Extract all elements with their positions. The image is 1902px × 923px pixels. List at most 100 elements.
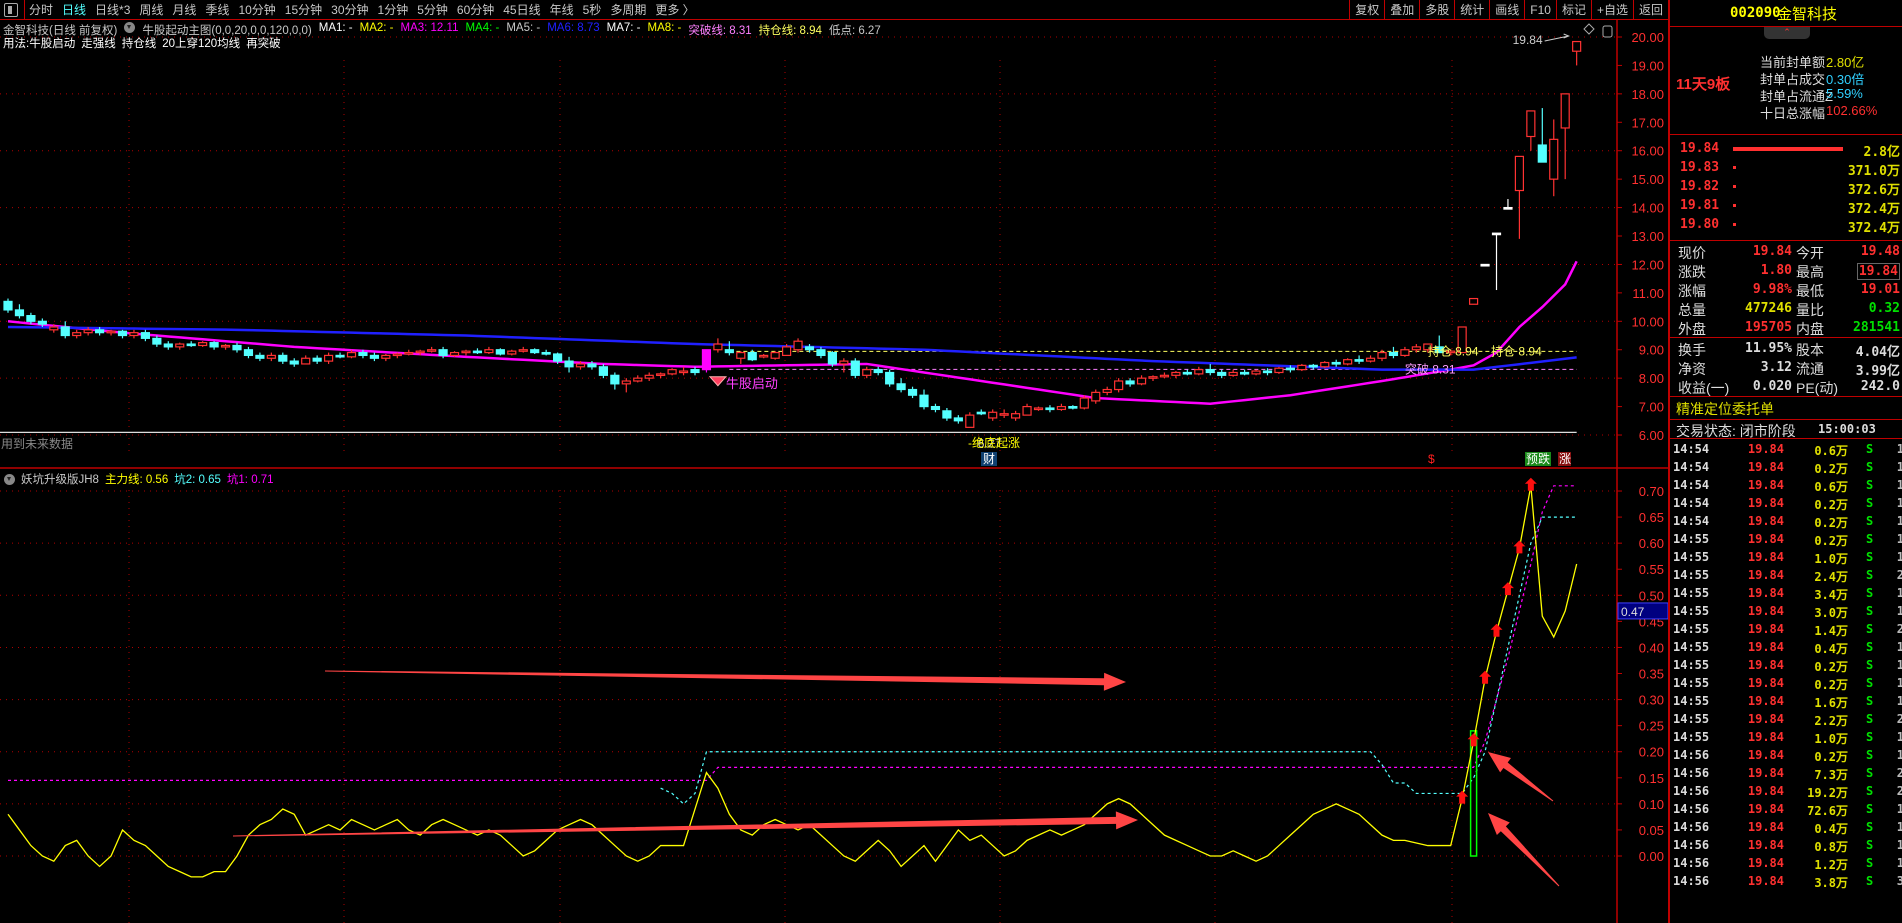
candle-body — [1045, 407, 1055, 411]
candle-body — [129, 332, 139, 337]
tab-period[interactable]: 分时 — [29, 1, 53, 18]
tick-time: 14:55 — [1673, 550, 1710, 564]
tick-price: 19.84 — [1747, 514, 1784, 528]
tab-period[interactable]: 60分钟 — [457, 1, 494, 18]
panel-toggle-icon[interactable] — [4, 2, 18, 17]
toolbar-button[interactable]: 标记 — [1555, 0, 1591, 20]
candle — [1125, 378, 1135, 387]
trade-status: 交易状态: 闭市阶段 — [1676, 423, 1796, 439]
tab-period[interactable]: 15分钟 — [285, 1, 322, 18]
toolbar-button[interactable]: 叠加 — [1384, 0, 1419, 20]
tab-period[interactable]: 45日线 — [503, 1, 540, 18]
tab-period[interactable]: 5分钟 — [417, 1, 448, 18]
tab-period[interactable]: 季线 — [205, 1, 229, 18]
fundamental-label: PE(动) — [1796, 380, 1838, 396]
candle-body — [346, 351, 357, 358]
candle — [14, 304, 25, 319]
tick-time: 14:56 — [1673, 838, 1710, 852]
toolbar-button[interactable]: F10 — [1524, 0, 1556, 20]
tick-time: 14:54 — [1673, 496, 1710, 510]
candle-body — [1091, 391, 1101, 402]
candle-body — [736, 351, 746, 359]
candle-body — [1022, 405, 1032, 416]
up-arrow-icon — [1479, 670, 1492, 684]
quote-label: 总量 — [1678, 302, 1706, 318]
order-title-link[interactable]: 精准定位委托单 — [1676, 399, 1774, 419]
toolbar-button[interactable]: 统计 — [1454, 0, 1489, 20]
tick-count: 1 — [1896, 640, 1902, 654]
candle-body — [1262, 370, 1273, 374]
stat-value: 5.59% — [1826, 86, 1863, 101]
collapse-button[interactable]: ⌃ — [1764, 27, 1810, 39]
quote-value: 19.01 — [1860, 282, 1900, 297]
tab-period[interactable]: 10分钟 — [238, 1, 275, 18]
info-item: MA2: - — [359, 22, 394, 34]
fundamental-value: 0.020 — [1752, 379, 1792, 394]
candle-body — [289, 360, 299, 365]
quote-label: 涨跌 — [1678, 264, 1706, 280]
candle — [713, 338, 723, 353]
candle-body — [667, 369, 677, 375]
tick-row: 14:55 19.84 2.2万 S 2 — [1670, 710, 1902, 728]
price-tick-label: 17.00 — [1631, 115, 1664, 130]
tab-period[interactable]: 周线 — [139, 1, 163, 18]
tick-volume: 0.2万 — [1814, 660, 1848, 674]
candle — [518, 346, 528, 353]
formula-menu-icon[interactable] — [124, 22, 136, 33]
candle-body — [713, 343, 723, 351]
tab-period[interactable]: 更多 〉 — [655, 1, 694, 18]
tick-time: 14:55 — [1673, 586, 1710, 600]
tab-period[interactable]: 年线 — [550, 1, 574, 18]
indicator-tick-label: 0.50 — [1639, 588, 1664, 603]
tab-period[interactable]: 多周期 — [610, 1, 646, 18]
toolbar-button[interactable]: 画线 — [1489, 0, 1524, 20]
tick-price: 19.84 — [1747, 496, 1784, 510]
toolbar-button[interactable]: 返回 — [1632, 0, 1668, 20]
tab-period[interactable]: 日线 — [62, 1, 86, 18]
annotation-arrow — [1488, 752, 1554, 802]
tick-side: S — [1866, 622, 1874, 636]
panel-toggle-icon[interactable] — [1602, 25, 1613, 38]
price-tick-label: 8.00 — [1639, 371, 1664, 386]
toolbar-button[interactable]: 多股 — [1419, 0, 1454, 20]
tick-count: 1 — [1896, 460, 1902, 474]
k2-line — [660, 516, 1577, 805]
tick-side: S — [1866, 748, 1874, 762]
toolbar-button[interactable]: +自选 — [1590, 0, 1633, 20]
candle — [1205, 363, 1215, 376]
tab-period[interactable]: 5秒 — [583, 1, 602, 18]
tick-count: 2 — [1896, 712, 1902, 726]
usage-item: 走强线 — [81, 38, 116, 50]
candle — [1182, 369, 1192, 376]
tick-count: 1 — [1896, 802, 1902, 816]
candle-body — [999, 413, 1009, 416]
info-item: MA5: - — [506, 22, 541, 34]
tab-period[interactable]: 30分钟 — [331, 1, 368, 18]
toolbar-button[interactable]: 复权 — [1349, 0, 1384, 20]
candle — [289, 358, 299, 367]
tab-period[interactable]: 月线 — [172, 1, 196, 18]
tick-time: 14:55 — [1673, 712, 1710, 726]
quote-value: 1.80 — [1760, 263, 1792, 278]
candle-body — [255, 354, 265, 359]
up-arrow-icon — [1501, 582, 1514, 596]
candle — [633, 375, 643, 383]
tick-count: 1 — [1896, 676, 1902, 690]
diamond-outline-icon[interactable] — [1583, 23, 1595, 35]
tick-time: 14:56 — [1673, 874, 1710, 888]
indicator-tick-label: 0.30 — [1639, 693, 1664, 708]
chart-canvas[interactable]: 20.00 19.00 18.00 17.00 16.00 15.00 14.00 13.00… — [0, 0, 1668, 923]
indicator-name[interactable]: 妖坑升级版JH8 — [21, 471, 99, 487]
indicator-menu-icon[interactable] — [4, 473, 15, 485]
price-tick-label: 16.00 — [1631, 144, 1664, 159]
fundamental-label: 流通 — [1796, 361, 1824, 377]
tab-period[interactable]: 1分钟 — [378, 1, 409, 18]
tick-volume: 0.4万 — [1814, 642, 1848, 656]
candle — [3, 298, 13, 313]
tab-period[interactable]: 日线*3 — [95, 1, 130, 18]
candle-body — [953, 417, 963, 422]
candle — [564, 356, 574, 373]
candle-body — [266, 354, 276, 359]
candle — [369, 352, 379, 362]
candle-body — [598, 366, 609, 376]
